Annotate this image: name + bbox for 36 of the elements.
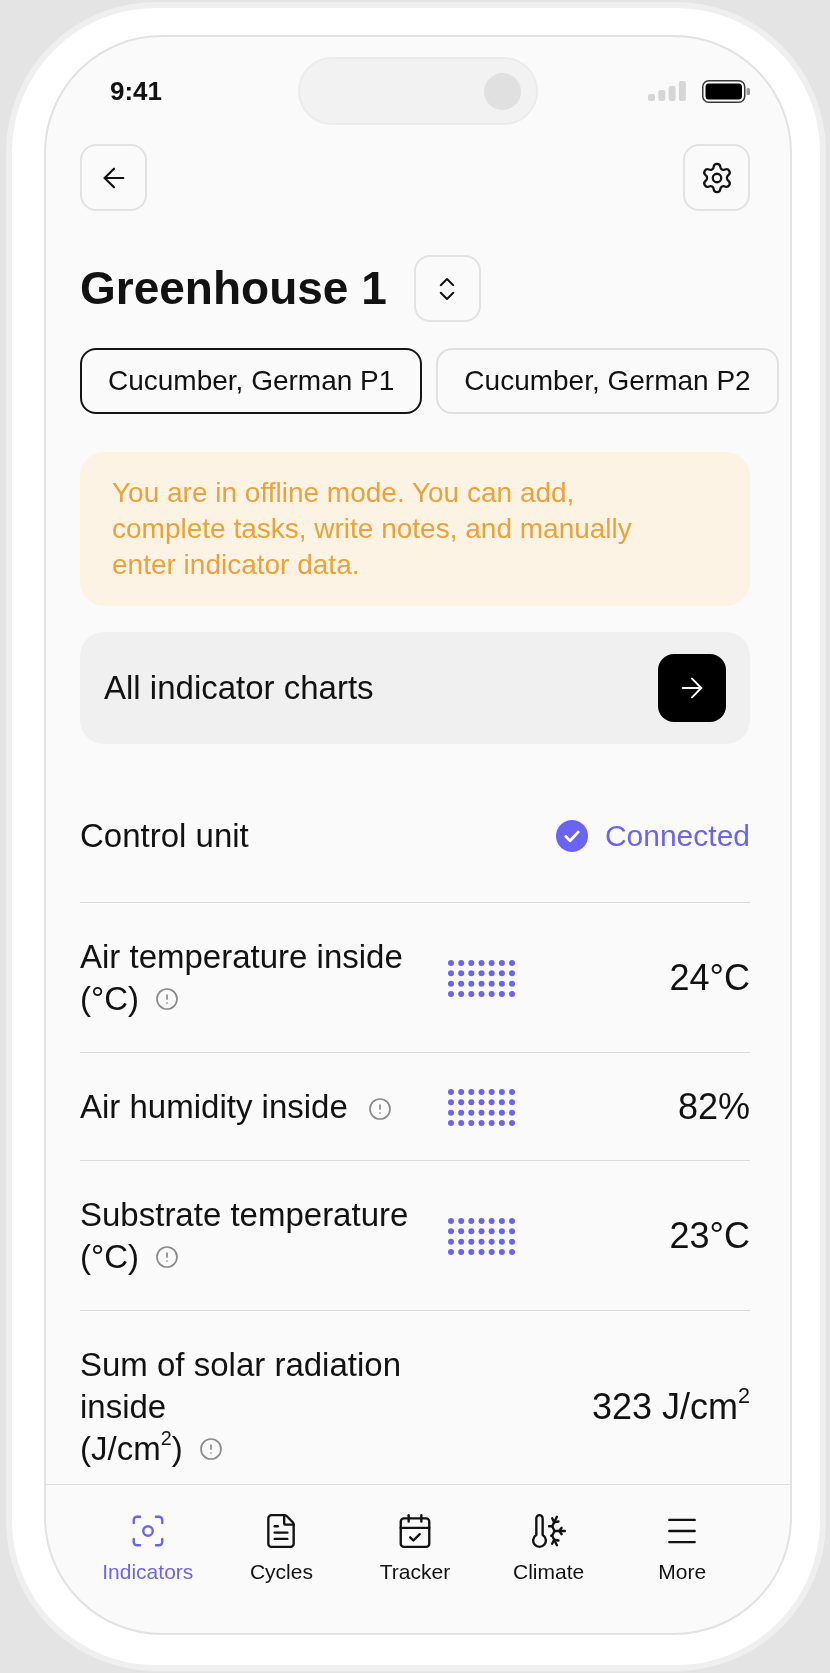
control-unit-label: Control unit <box>80 816 249 856</box>
unit-label: (°C) <box>80 1237 139 1277</box>
connection-status: Connected <box>604 818 750 854</box>
back-button[interactable] <box>80 144 147 211</box>
indicator-value: 24°C <box>669 957 750 999</box>
nav-tab[interactable]: Cycles <box>214 1512 349 1585</box>
indicator-label: Air humidity inside <box>80 1088 348 1125</box>
open-charts-button[interactable] <box>658 654 726 722</box>
indicator-value: 323 J/cm$^{2}$ <box>591 1386 750 1428</box>
charts-link-card[interactable]: All indicator charts <box>80 632 750 744</box>
battery-icon <box>702 79 750 103</box>
indicator-label: Substrate temperature <box>80 1196 409 1233</box>
thermometer-snowflake-icon <box>529 1512 568 1550</box>
indicator-label: Sum of solar radiation inside <box>80 1346 401 1425</box>
switch-greenhouse-button[interactable] <box>413 255 481 322</box>
nav-tab[interactable]: Tracker <box>348 1512 482 1585</box>
info-icon[interactable] <box>367 1097 392 1122</box>
nav-tab[interactable]: Indicators <box>81 1512 215 1585</box>
settings-button[interactable] <box>683 144 750 211</box>
nav-tab[interactable]: More <box>615 1512 749 1585</box>
indicator-value: 82% <box>677 1086 750 1128</box>
nav-tab[interactable]: Climate <box>481 1512 616 1585</box>
unit-label: (J/cm$^{2}$) <box>80 1428 183 1469</box>
crop-tab[interactable]: Cucumber, German P1 <box>80 348 423 414</box>
indicator-value: 23°C <box>669 1215 750 1257</box>
charts-link-label: All indicator charts <box>104 668 374 708</box>
info-icon[interactable] <box>155 987 179 1011</box>
offline-notice: You are in offline mode. You can add, complete tasks, write notes, and manually enter indicator data. <box>80 452 750 606</box>
signal-icon <box>648 81 686 101</box>
info-icon[interactable] <box>198 1437 223 1461</box>
unit-label: (°C) <box>80 979 139 1019</box>
status-time: 9:41 <box>110 78 163 104</box>
indicator-label: Air temperature inside <box>80 938 403 975</box>
crop-tab[interactable]: Cucumber, German P2 <box>436 348 779 414</box>
info-icon[interactable] <box>155 1245 179 1269</box>
greenhouse-title: Greenhouse 1 <box>80 260 387 316</box>
